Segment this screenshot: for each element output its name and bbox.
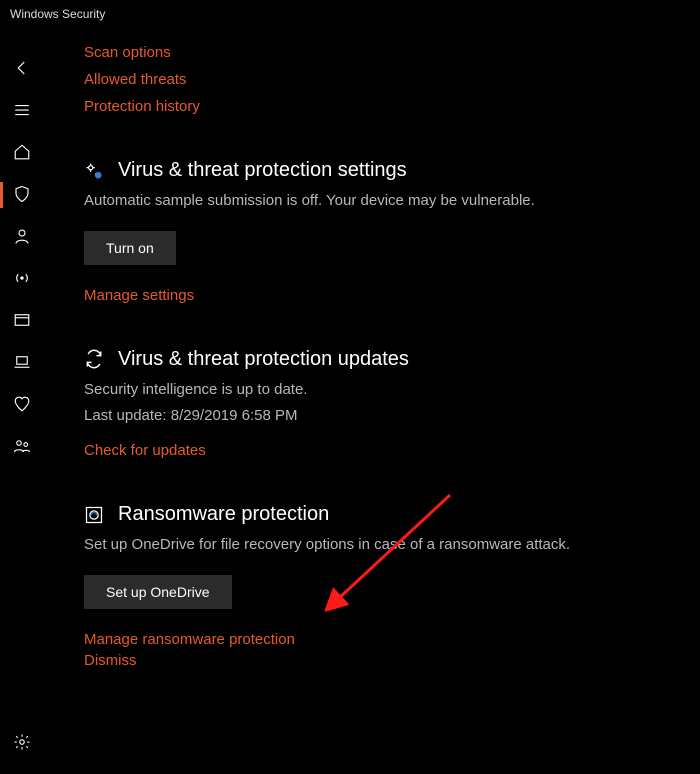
window-title: Windows Security [10,7,105,21]
sidebar-item-app-browser[interactable] [0,300,44,342]
arrow-left-icon [13,59,31,80]
home-icon [13,143,31,164]
updates-section-icon [84,349,104,369]
sidebar-item-family[interactable] [0,426,44,468]
back-button[interactable] [0,48,44,90]
section-header: Virus & threat protection updates [84,348,682,371]
section-desc: Set up OneDrive for file recovery option… [84,534,682,557]
turn-on-button[interactable]: Turn on [84,231,176,265]
manage-settings-link[interactable]: Manage settings [84,287,194,304]
top-links: Scan options Allowed threats Protection … [84,44,682,115]
sidebar [0,28,44,774]
hamburger-icon [13,101,31,122]
sidebar-item-virus-threat[interactable] [0,174,44,216]
window-titlebar: Windows Security [0,0,700,28]
main-content: Scan options Allowed threats Protection … [44,28,700,774]
ransomware-section-icon [84,505,104,525]
manage-ransomware-link[interactable]: Manage ransomware protection [84,631,295,648]
allowed-threats-link[interactable]: Allowed threats [84,71,682,88]
family-icon [13,437,31,458]
section-header: Virus & threat protection settings [84,159,682,182]
sidebar-item-account[interactable] [0,216,44,258]
gear-icon [13,733,31,754]
section-ransomware: Ransomware protection Set up OneDrive fo… [84,503,682,669]
section-desc: Security intelligence is up to date. [84,379,682,402]
sidebar-item-settings[interactable] [0,722,44,764]
section-title: Ransomware protection [118,503,329,526]
protection-history-link[interactable]: Protection history [84,98,682,115]
dismiss-link[interactable]: Dismiss [84,652,137,669]
scan-options-link[interactable]: Scan options [84,44,682,61]
signal-icon [13,269,31,290]
sidebar-item-device-health[interactable] [0,384,44,426]
app-window-icon [13,311,31,332]
heart-icon [13,395,31,416]
section-vtp-updates: Virus & threat protection updates Securi… [84,348,682,460]
sidebar-item-firewall[interactable] [0,258,44,300]
laptop-icon [13,353,31,374]
settings-section-icon [84,161,104,181]
sidebar-item-home[interactable] [0,132,44,174]
shield-icon [13,185,31,206]
menu-button[interactable] [0,90,44,132]
section-title: Virus & threat protection settings [118,159,407,182]
person-icon [13,227,31,248]
section-desc: Automatic sample submission is off. Your… [84,190,682,213]
setup-onedrive-button[interactable]: Set up OneDrive [84,575,232,609]
section-header: Ransomware protection [84,503,682,526]
section-title: Virus & threat protection updates [118,348,409,371]
last-update-text: Last update: 8/29/2019 6:58 PM [84,407,682,424]
section-vtp-settings: Virus & threat protection settings Autom… [84,159,682,304]
app-root: Scan options Allowed threats Protection … [0,28,700,774]
check-updates-link[interactable]: Check for updates [84,442,206,459]
sidebar-item-device-security[interactable] [0,342,44,384]
